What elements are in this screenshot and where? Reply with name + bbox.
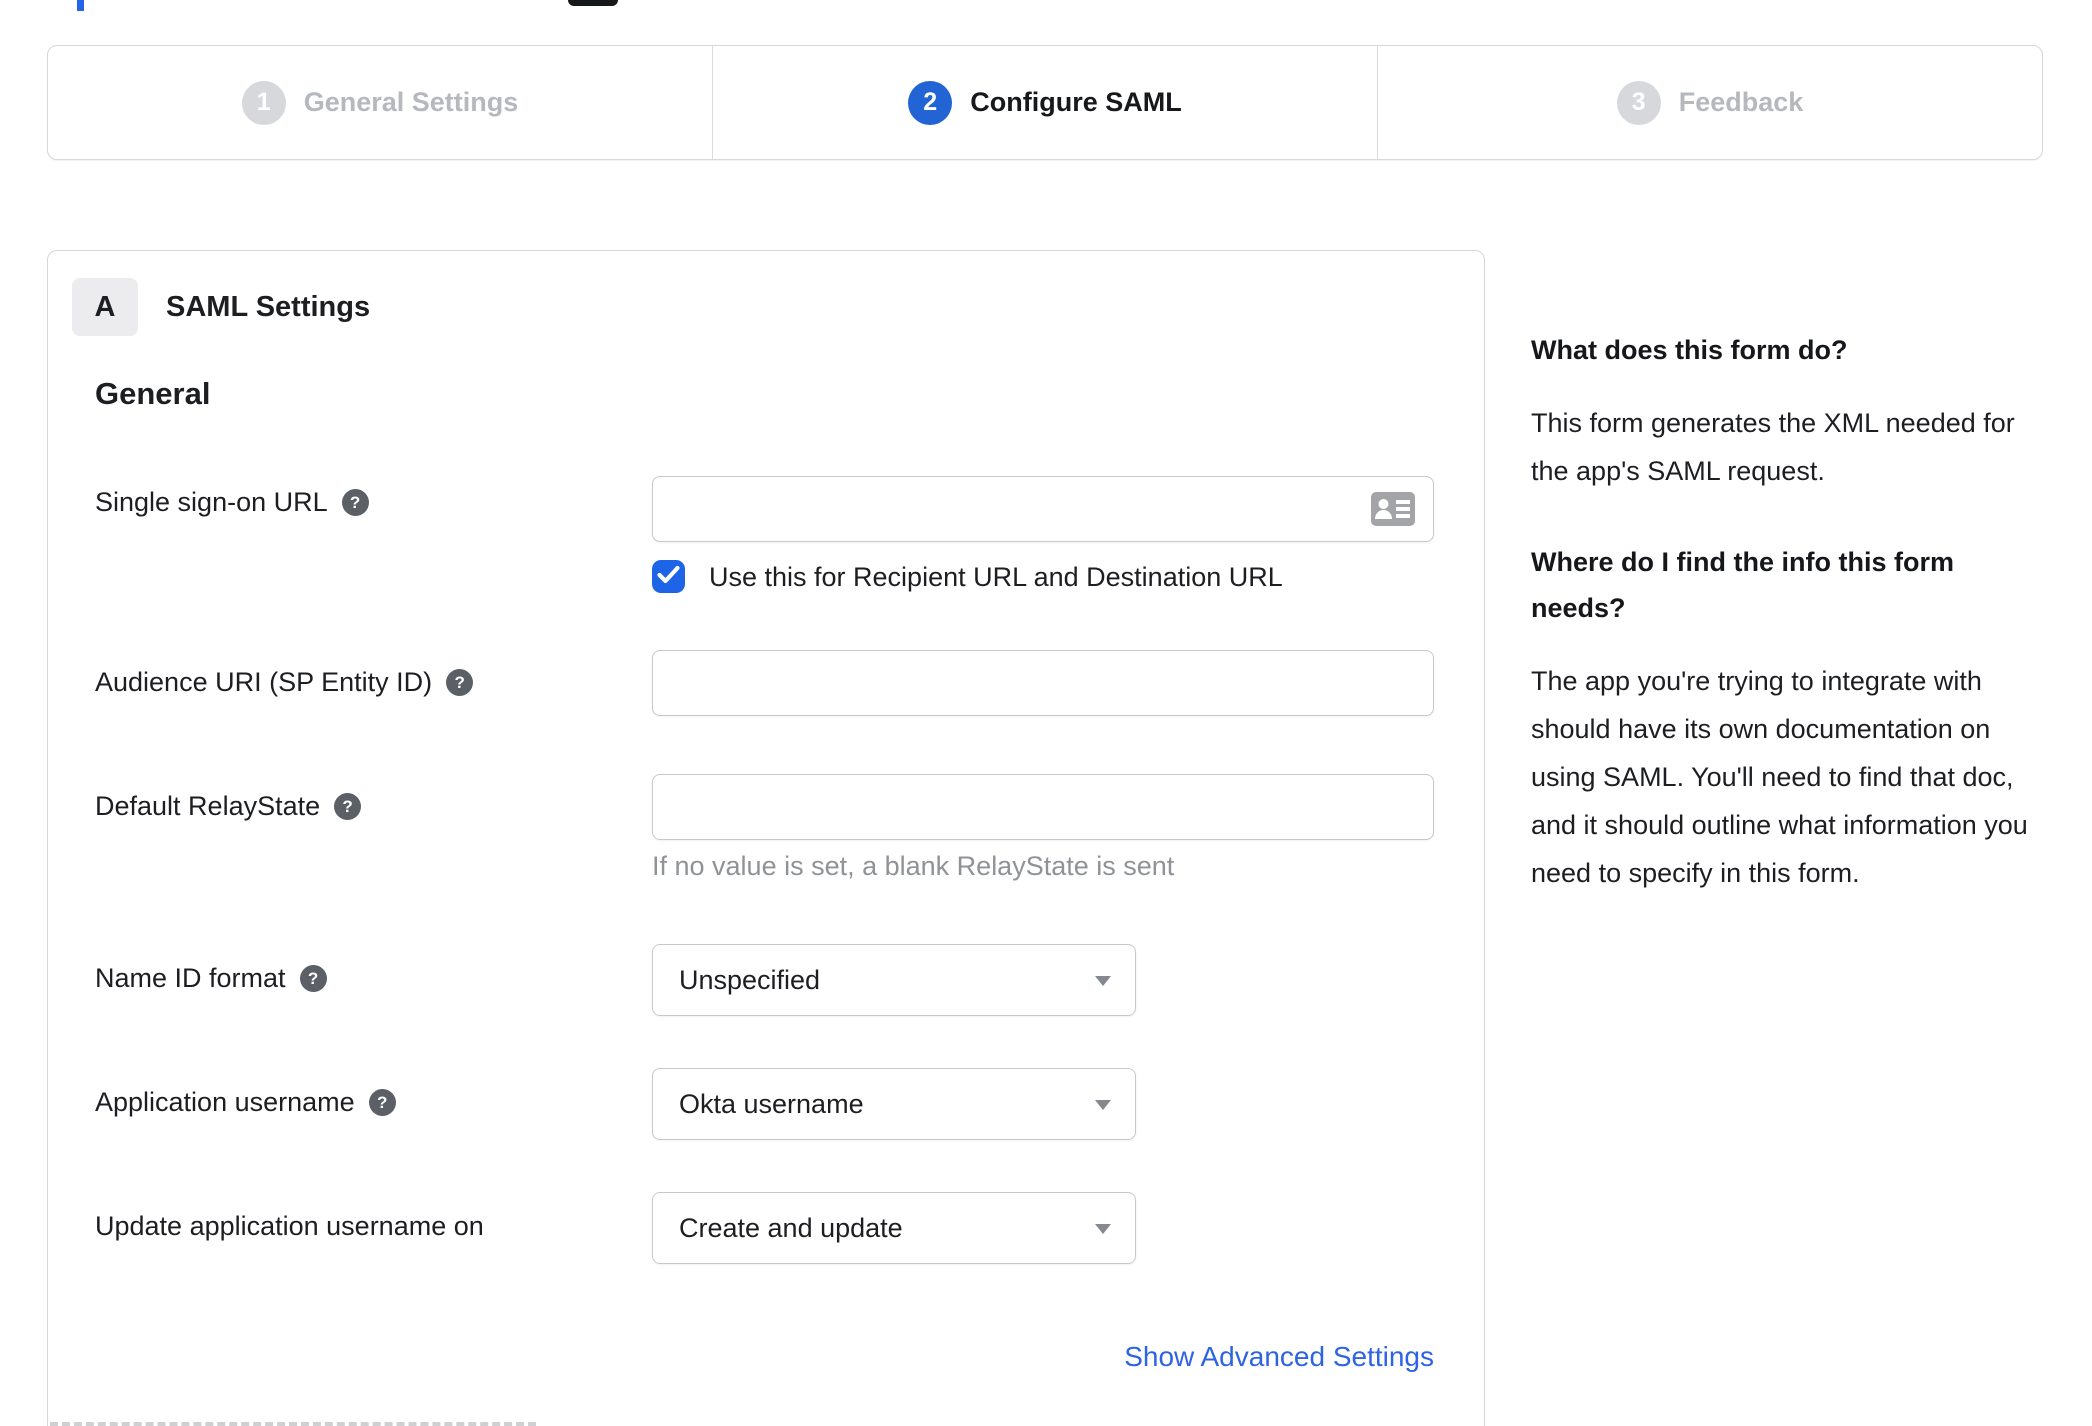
name-id-format-value: Unspecified [679, 964, 821, 995]
section-divider-dashed [50, 1422, 536, 1426]
relay-state-hint: If no value is set, a blank RelayState i… [652, 851, 1175, 881]
name-id-format-select[interactable]: Unspecified [652, 944, 1136, 1016]
step-label: General Settings [303, 87, 519, 117]
step-configure-saml[interactable]: 2 Configure SAML [712, 46, 1377, 159]
application-username-select[interactable]: Okta username [652, 1068, 1136, 1140]
help-sidebar: What does this form do? This form genera… [1531, 327, 2031, 897]
help-icon[interactable]: ? [341, 489, 369, 516]
relay-state-label: Default RelayState ? [95, 791, 362, 822]
step-label: Configure SAML [970, 87, 1182, 117]
update-username-label: Update application username on [95, 1211, 484, 1242]
dropdown-caret-icon [1095, 1224, 1111, 1234]
sidebar-question-2-title: Where do I find the info this form needs… [1531, 547, 1954, 623]
sso-url-label-text: Single sign-on URL [95, 487, 328, 517]
step-number-badge: 2 [908, 80, 953, 125]
audience-uri-label: Audience URI (SP Entity ID) ? [95, 667, 474, 698]
checkmark-icon [657, 565, 680, 589]
application-username-label-text: Application username [95, 1087, 355, 1117]
audience-uri-label-text: Audience URI (SP Entity ID) [95, 667, 433, 697]
application-username-value: Okta username [679, 1088, 864, 1119]
update-username-value: Create and update [679, 1212, 903, 1243]
configure-saml-page: 1 General Settings 2 Configure SAML 3 Fe… [0, 0, 2092, 1426]
relay-state-input[interactable] [652, 774, 1434, 840]
wizard-stepper: 1 General Settings 2 Configure SAML 3 Fe… [47, 45, 2043, 160]
help-icon[interactable]: ? [334, 793, 362, 820]
name-id-format-label: Name ID format ? [95, 963, 327, 994]
step-label: Feedback [1678, 87, 1804, 117]
application-username-label: Application username ? [95, 1087, 396, 1118]
step-number-badge: 1 [241, 80, 286, 125]
sidebar-question-1-body: This form generates the XML needed for t… [1531, 408, 2015, 486]
dropdown-caret-icon [1095, 1100, 1111, 1110]
sidebar-question-1-title: What does this form do? [1531, 335, 1848, 365]
name-id-format-label-text: Name ID format [95, 963, 286, 993]
clipped-header-fragment-blue [77, 0, 84, 11]
help-icon[interactable]: ? [368, 1089, 396, 1116]
contact-card-icon[interactable] [1370, 491, 1416, 532]
dropdown-caret-icon [1095, 976, 1111, 986]
update-username-label-text: Update application username on [95, 1211, 484, 1241]
sso-url-label: Single sign-on URL ? [95, 487, 369, 518]
show-advanced-settings-link[interactable]: Show Advanced Settings [1124, 1341, 1434, 1373]
help-icon[interactable]: ? [446, 669, 474, 696]
step-number-badge: 3 [1616, 80, 1661, 125]
help-icon[interactable]: ? [299, 965, 327, 992]
step-general-settings[interactable]: 1 General Settings [48, 46, 712, 159]
audience-uri-input[interactable] [652, 650, 1434, 716]
step-feedback[interactable]: 3 Feedback [1377, 46, 2042, 159]
section-title: SAML Settings [166, 290, 371, 323]
recipient-url-checkbox-label: Use this for Recipient URL and Destinati… [709, 562, 1283, 592]
sidebar-question-2-body: The app you're trying to integrate with … [1531, 666, 2028, 888]
update-username-select[interactable]: Create and update [652, 1192, 1136, 1264]
sso-url-input[interactable] [652, 476, 1434, 542]
saml-settings-panel: A SAML Settings General Single sign-on U… [47, 250, 1485, 1426]
group-title-general: General [95, 376, 211, 411]
recipient-url-checkbox[interactable] [652, 560, 685, 593]
section-a-badge: A [72, 278, 138, 336]
clipped-header-fragment-dark [568, 0, 618, 6]
relay-state-label-text: Default RelayState [95, 791, 321, 821]
